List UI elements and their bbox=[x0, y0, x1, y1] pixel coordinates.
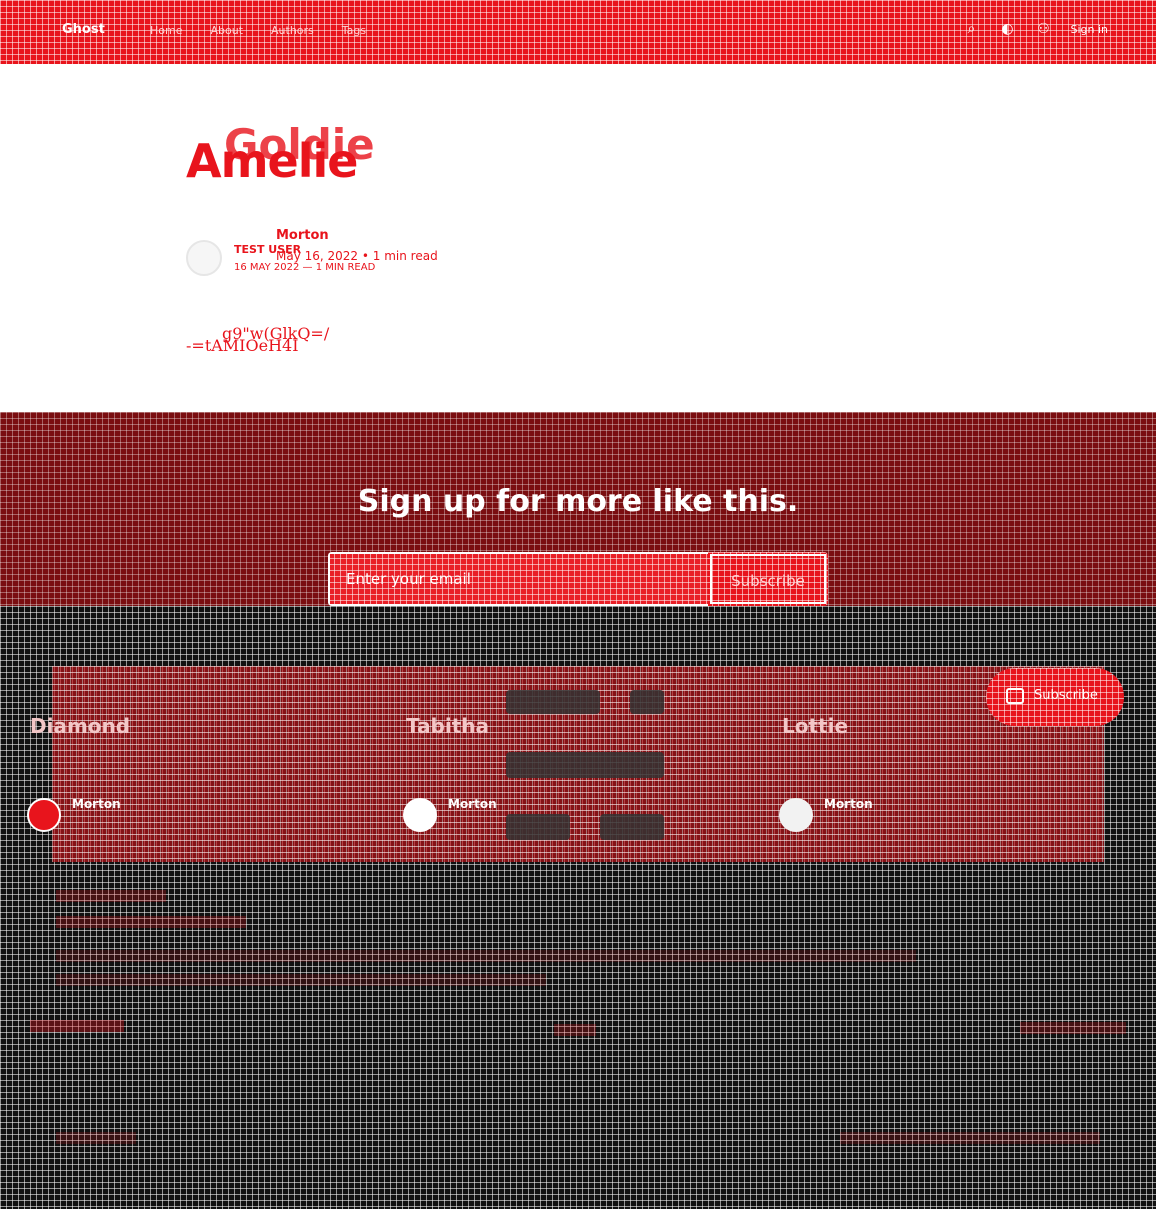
search-icon[interactable]: ⌕ bbox=[962, 20, 980, 38]
footer-link[interactable] bbox=[30, 1020, 124, 1032]
avatar[interactable] bbox=[403, 798, 437, 832]
mail-icon bbox=[1006, 688, 1024, 704]
footer-subscribe-label: Subscribe bbox=[1034, 688, 1098, 703]
placeholder-block bbox=[506, 690, 600, 714]
article-meta-secondary: 16 MAY 2022 — 1 MIN READ bbox=[234, 262, 376, 273]
signin-button[interactable]: Sign in bbox=[1070, 23, 1108, 36]
article-body-line: -=tAMIOeH4I bbox=[186, 336, 299, 355]
nav-item-home[interactable]: Home bbox=[150, 24, 182, 37]
site-logo[interactable]: Ghost bbox=[62, 22, 105, 37]
nav-item-tags[interactable]: Tags bbox=[342, 24, 366, 37]
author-name[interactable]: Morton bbox=[276, 228, 329, 243]
author-card-lottie[interactable]: Lottie bbox=[782, 714, 848, 738]
signup-form: Enter your email Subscribe bbox=[328, 552, 828, 606]
author-card-role: Morton bbox=[824, 797, 873, 811]
footer-subscribe-button[interactable]: Subscribe bbox=[986, 668, 1124, 726]
placeholder-block bbox=[506, 752, 664, 778]
nav-item-about[interactable]: About bbox=[210, 24, 243, 37]
placeholder-block bbox=[630, 690, 664, 714]
article-meta: May 16, 2022 • 1 min read bbox=[276, 249, 438, 263]
placeholder-block bbox=[506, 814, 570, 840]
footer-text-line bbox=[56, 890, 166, 902]
avatar[interactable] bbox=[779, 798, 813, 832]
author-card-name: Diamond bbox=[30, 714, 131, 738]
footer-text-line bbox=[56, 974, 546, 986]
signup-section: Sign up for more like this. Enter your e… bbox=[0, 412, 1156, 606]
footer-text-line bbox=[840, 1132, 1100, 1144]
footer-link[interactable] bbox=[554, 1024, 596, 1036]
author-card-name: Lottie bbox=[782, 714, 849, 738]
author-avatar[interactable] bbox=[186, 240, 222, 276]
footer-text-line bbox=[56, 916, 246, 928]
header-actions: ⌕ ◐ ⚇ Sign in bbox=[962, 20, 1108, 38]
theme-icon[interactable]: ◐ bbox=[998, 20, 1016, 38]
site-footer: Subscribe Diamond Morton Tabitha Morton … bbox=[0, 606, 1156, 1209]
email-input[interactable]: Enter your email bbox=[328, 552, 708, 606]
author-card-name: Tabitha bbox=[406, 714, 490, 738]
author-card-tabitha[interactable]: Tabitha bbox=[406, 714, 489, 738]
footer-text-line bbox=[56, 950, 916, 962]
site-header: Ghost Home About Authors Tags ⌕ ◐ ⚇ Sign… bbox=[0, 0, 1156, 64]
subscribe-button[interactable]: Subscribe bbox=[710, 554, 826, 604]
nav-item-authors[interactable]: Authors bbox=[271, 24, 314, 37]
footer-link[interactable] bbox=[1020, 1022, 1126, 1034]
author-card-role: Morton bbox=[448, 797, 497, 811]
main-nav: Home About Authors Tags bbox=[150, 24, 366, 37]
article-title: Amelie Goldie bbox=[186, 120, 586, 190]
placeholder-block bbox=[600, 814, 664, 840]
avatar[interactable] bbox=[27, 798, 61, 832]
account-icon[interactable]: ⚇ bbox=[1034, 20, 1052, 38]
article-title-overlay: Goldie bbox=[224, 120, 375, 169]
author-card-diamond[interactable]: Diamond bbox=[30, 714, 130, 738]
footer-text-line bbox=[56, 1132, 136, 1144]
signup-title: Sign up for more like this. bbox=[357, 484, 799, 519]
author-card-role: Morton bbox=[72, 797, 121, 811]
